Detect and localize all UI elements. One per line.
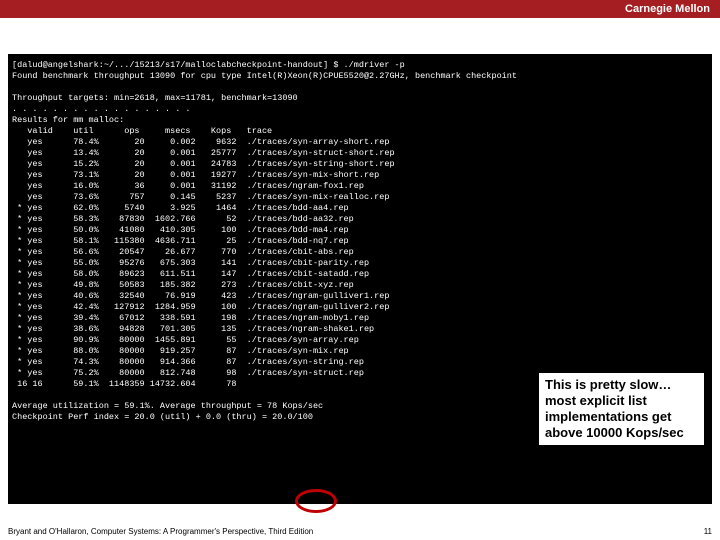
term-line: * yes 58.3% 87830 1602.766 52 ./traces/b… [12, 214, 354, 224]
term-line: Found benchmark throughput 13090 for cpu… [12, 71, 517, 81]
callout-text: This is pretty slow… most explicit list … [545, 377, 684, 440]
term-line: * yes 49.8% 50583 185.382 273 ./traces/c… [12, 280, 354, 290]
term-line: * yes 38.6% 94828 701.305 135 ./traces/n… [12, 324, 374, 334]
term-line: yes 13.4% 20 0.001 25777 ./traces/syn-st… [12, 148, 395, 158]
term-line: yes 15.2% 20 0.001 24783 ./traces/syn-st… [12, 159, 395, 169]
term-line: * yes 39.4% 67012 338.591 198 ./traces/n… [12, 313, 369, 323]
term-line: * yes 58.1% 115380 4636.711 25 ./traces/… [12, 236, 349, 246]
page-number: 11 [704, 527, 712, 536]
term-line: . . . . . . . . . . . . . . . . . . [12, 104, 191, 114]
annotation-callout: This is pretty slow… most explicit list … [539, 373, 704, 445]
term-line: yes 16.0% 36 0.001 31192 ./traces/ngram-… [12, 181, 364, 191]
term-line: valid util ops msecs Kops trace [12, 126, 272, 136]
term-line: Results for mm malloc: [12, 115, 124, 125]
brand-text: Carnegie Mellon [625, 3, 710, 15]
term-line: * yes 55.0% 95276 675.303 141 ./traces/c… [12, 258, 369, 268]
footer-citation: Bryant and O'Hallaron, Computer Systems:… [8, 527, 313, 536]
term-line: yes 78.4% 20 0.002 9632 ./traces/syn-arr… [12, 137, 389, 147]
term-line: Checkpoint Perf index = 20.0 (util) + 0.… [12, 412, 313, 422]
term-line: * yes 40.6% 32540 76.919 423 ./traces/ng… [12, 291, 389, 301]
term-line: Average utilization = 59.1%. Average thr… [12, 401, 323, 411]
term-line: Throughput targets: min=2618, max=11781,… [12, 93, 298, 103]
term-line: * yes 58.0% 89623 611.511 147 ./traces/c… [12, 269, 369, 279]
term-line: * yes 90.9% 80000 1455.891 55 ./traces/s… [12, 335, 359, 345]
term-line: yes 73.1% 20 0.001 19277 ./traces/syn-mi… [12, 170, 379, 180]
term-line: yes 73.6% 757 0.145 5237 ./traces/syn-mi… [12, 192, 389, 202]
brand-header: Carnegie Mellon [0, 0, 720, 18]
term-line: * yes 56.6% 20547 26.677 770 ./traces/cb… [12, 247, 354, 257]
term-line: * yes 74.3% 80000 914.366 87 ./traces/sy… [12, 357, 364, 367]
term-line: * yes 42.4% 127912 1284.959 100 ./traces… [12, 302, 389, 312]
term-line: [dalud@angelshark:~/.../15213/s17/malloc… [12, 60, 405, 70]
term-line: * yes 88.0% 80000 919.257 87 ./traces/sy… [12, 346, 349, 356]
term-line: 16 16 59.1% 1148359 14732.604 78 [12, 379, 236, 389]
slide-footer: Bryant and O'Hallaron, Computer Systems:… [8, 527, 712, 536]
term-line: * yes 50.0% 41080 410.305 100 ./traces/b… [12, 225, 349, 235]
term-line: * yes 62.0% 5740 3.925 1464 ./traces/bdd… [12, 203, 349, 213]
term-line: * yes 75.2% 80000 812.748 98 ./traces/sy… [12, 368, 364, 378]
